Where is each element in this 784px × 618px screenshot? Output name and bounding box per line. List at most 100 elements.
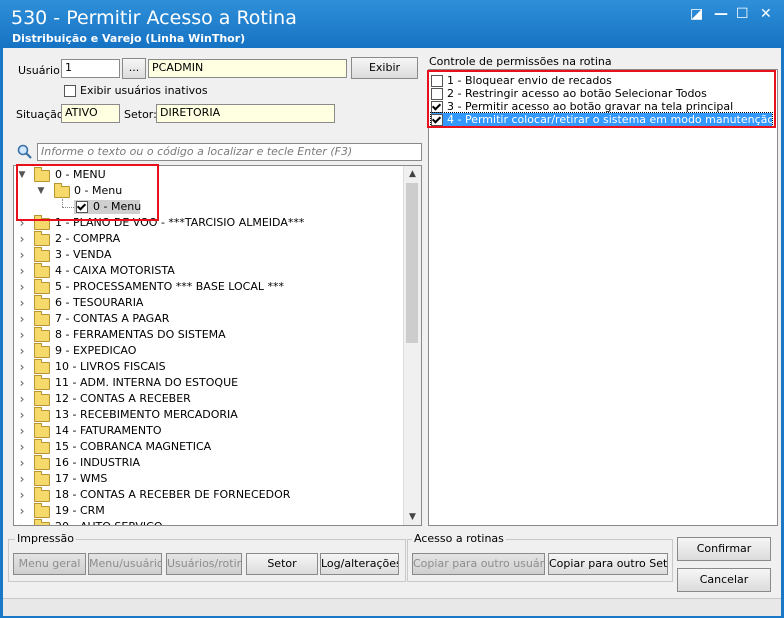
restore-layout-icon[interactable]: ◪ <box>690 6 703 22</box>
collapsed-arrow-icon[interactable]: › <box>17 439 27 455</box>
tree-node-item[interactable]: › 6 - TESOURARIA <box>14 295 404 311</box>
collapsed-arrow-icon[interactable]: › <box>17 503 27 519</box>
collapsed-arrow-icon[interactable]: › <box>17 487 27 503</box>
folder-icon <box>34 391 50 406</box>
folder-icon <box>34 455 50 470</box>
collapsed-arrow-icon[interactable]: › <box>17 407 27 423</box>
folder-icon <box>34 407 50 422</box>
tree-node-item[interactable]: › 15 - COBRANCA MAGNETICA <box>14 439 404 455</box>
collapsed-arrow-icon[interactable]: › <box>17 375 27 391</box>
tree-node-label: 13 - RECEBIMENTO MERCADORIA <box>55 408 238 421</box>
minimize-button[interactable]: — <box>714 6 728 22</box>
log-changes-button[interactable]: Log/alterações <box>320 553 399 575</box>
inactive-users-checkbox[interactable]: Exibir usuários inativos <box>64 84 208 97</box>
folder-icon <box>34 263 50 278</box>
tree-node-label: 14 - FATURAMENTO <box>55 424 162 437</box>
cancel-button[interactable]: Cancelar <box>677 568 771 592</box>
tree-node-label: 9 - EXPEDICAO <box>55 344 137 357</box>
sector-label: Setor: <box>124 108 157 121</box>
sector-field[interactable]: DIRETORIA <box>156 104 335 123</box>
tree-node-item[interactable]: › 13 - RECEBIMENTO MERCADORIA <box>14 407 404 423</box>
collapsed-arrow-icon[interactable]: › <box>17 263 27 279</box>
window-frame-left <box>0 48 3 618</box>
tree-node-label: 2 - COMPRA <box>55 232 121 245</box>
tree-node-item[interactable]: › 11 - ADM. INTERNA DO ESTOQUE <box>14 375 404 391</box>
status-label: Situação: <box>16 108 68 121</box>
tree-node-label: 18 - CONTAS A RECEBER DE FORNECEDOR <box>55 488 291 501</box>
close-button[interactable]: ✕ <box>760 6 772 22</box>
tree-node-item[interactable]: › 18 - CONTAS A RECEBER DE FORNECEDOR <box>14 487 404 503</box>
tree-node-item[interactable]: › 17 - WMS <box>14 471 404 487</box>
tree-node-item[interactable]: › 4 - CAIXA MOTORISTA <box>14 263 404 279</box>
confirm-button[interactable]: Confirmar <box>677 537 771 561</box>
tree-node-label: 12 - CONTAS A RECEBER <box>55 392 191 405</box>
scroll-down-icon[interactable]: ▼ <box>404 509 421 525</box>
collapsed-arrow-icon[interactable]: › <box>17 359 27 375</box>
tree-node-item[interactable]: › 19 - CRM <box>14 503 404 519</box>
collapsed-arrow-icon[interactable]: › <box>17 231 27 247</box>
folder-icon <box>34 311 50 326</box>
folder-icon <box>34 519 50 525</box>
tree-node-label: 17 - WMS <box>55 472 108 485</box>
show-button[interactable]: Exibir <box>351 57 418 79</box>
tree-scrollbar[interactable]: ▲ ▼ <box>403 166 421 525</box>
folder-icon <box>34 375 50 390</box>
tree-node-label: 11 - ADM. INTERNA DO ESTOQUE <box>55 376 239 389</box>
print-group-title: Impressão <box>15 532 76 545</box>
folder-icon <box>34 439 50 454</box>
copy-to-user-button[interactable]: Copiar para outro usuário <box>412 553 545 575</box>
tree-node-item[interactable]: › 10 - LIVROS FISCAIS <box>14 359 404 375</box>
permissions-list[interactable]: 1 - Bloquear envio de recados 2 - Restri… <box>428 69 778 526</box>
tree-node-item[interactable]: › 9 - EXPEDICAO <box>14 343 404 359</box>
status-field[interactable]: ATIVO <box>61 104 120 123</box>
user-name-field[interactable]: PCADMIN <box>148 59 347 78</box>
tree-node-label: 16 - INDUSTRIA <box>55 456 141 469</box>
tree-node-item[interactable]: › 14 - FATURAMENTO <box>14 423 404 439</box>
tree-node-item[interactable]: › 2 - COMPRA <box>14 231 404 247</box>
status-bar <box>3 598 781 616</box>
collapsed-arrow-icon[interactable]: › <box>17 519 27 525</box>
tree-node-label: 15 - COBRANCA MAGNETICA <box>55 440 212 453</box>
tree-node-item[interactable]: › 16 - INDUSTRIA <box>14 455 404 471</box>
tree-node-item[interactable]: › 12 - CONTAS A RECEBER <box>14 391 404 407</box>
menu-user-button[interactable]: Menu/usuário <box>88 553 162 575</box>
copy-to-sector-button[interactable]: Copiar para outro Setor <box>548 553 668 575</box>
user-lookup-button[interactable]: ... <box>122 58 146 79</box>
highlight-box-permissions <box>427 70 776 128</box>
tree-node-label: 6 - TESOURARIA <box>55 296 144 309</box>
tree-node-item[interactable]: › 5 - PROCESSAMENTO *** BASE LOCAL *** <box>14 279 404 295</box>
user-label: Usuário: <box>18 64 64 77</box>
access-group-title: Acesso a rotinas <box>412 532 506 545</box>
tree-node-item[interactable]: › 20 - AUTO SERVICO <box>14 519 404 525</box>
collapsed-arrow-icon[interactable]: › <box>17 391 27 407</box>
collapsed-arrow-icon[interactable]: › <box>17 471 27 487</box>
menu-general-button[interactable]: Menu geral <box>13 553 86 575</box>
collapsed-arrow-icon[interactable]: › <box>17 311 27 327</box>
scroll-thumb[interactable] <box>406 183 418 343</box>
folder-icon <box>34 295 50 310</box>
tree-node-label: 19 - CRM <box>55 504 105 517</box>
tree-node-label: 5 - PROCESSAMENTO *** BASE LOCAL *** <box>55 280 284 293</box>
collapsed-arrow-icon[interactable]: › <box>17 279 27 295</box>
sector-button[interactable]: Setor <box>246 553 318 575</box>
folder-icon <box>34 327 50 342</box>
collapsed-arrow-icon[interactable]: › <box>17 247 27 263</box>
tree-node-item[interactable]: › 8 - FERRAMENTAS DO SISTEMA <box>14 327 404 343</box>
search-input[interactable]: Informe o texto ou o código a localizar … <box>37 143 422 161</box>
magnifier-icon[interactable] <box>17 144 33 160</box>
user-code-field[interactable]: 1 <box>61 59 120 78</box>
collapsed-arrow-icon[interactable]: › <box>17 295 27 311</box>
tree-node-item[interactable]: › 3 - VENDA <box>14 247 404 263</box>
tree-node-item[interactable]: › 7 - CONTAS A PAGAR <box>14 311 404 327</box>
inactive-users-checkbox-box[interactable] <box>64 85 76 97</box>
collapsed-arrow-icon[interactable]: › <box>17 423 27 439</box>
scroll-up-icon[interactable]: ▲ <box>404 166 421 182</box>
folder-icon <box>34 279 50 294</box>
folder-icon <box>34 343 50 358</box>
collapsed-arrow-icon[interactable]: › <box>17 327 27 343</box>
maximize-button[interactable]: ☐ <box>736 6 749 22</box>
title-bar: 530 - Permitir Acesso a Rotina Distribui… <box>0 0 784 48</box>
collapsed-arrow-icon[interactable]: › <box>17 343 27 359</box>
collapsed-arrow-icon[interactable]: › <box>17 455 27 471</box>
users-routine-button[interactable]: Usuários/rotina <box>166 553 242 575</box>
